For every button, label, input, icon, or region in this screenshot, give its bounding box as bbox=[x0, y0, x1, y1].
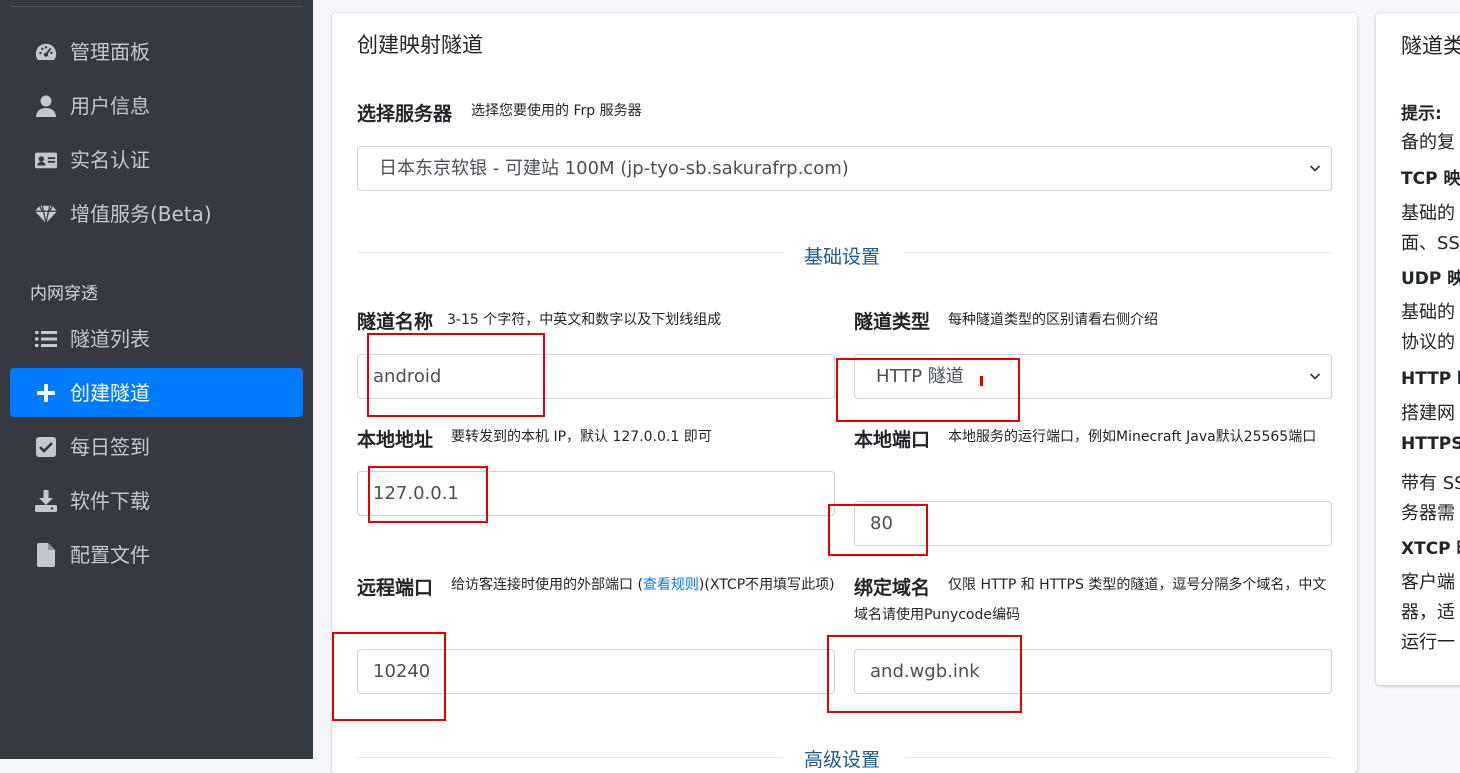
sidebar-item-label: 每日签到 bbox=[70, 435, 150, 459]
local-addr-hint: 要转发到的本机 IP，默认 127.0.0.1 即可 bbox=[451, 429, 712, 445]
sidebar-item-label: 隧道列表 bbox=[70, 327, 150, 351]
plus-icon bbox=[34, 381, 58, 405]
annotation-box-tunnel-name bbox=[367, 333, 545, 417]
annotation-box-remote-port bbox=[332, 632, 446, 721]
list-icon bbox=[34, 327, 58, 351]
info-line: 务器需 bbox=[1401, 503, 1455, 524]
info-line: HTTP 映 bbox=[1401, 369, 1460, 389]
page-title: 创建映射隧道 bbox=[357, 33, 483, 57]
sidebar-item-label: 增值服务(Beta) bbox=[70, 202, 212, 226]
sidebar-item-verification[interactable]: 实名认证 bbox=[10, 135, 303, 184]
sidebar-item-dashboard[interactable]: 管理面板 bbox=[10, 27, 303, 76]
server-select[interactable]: 日本东京软银 - 可建站 100M (jp-tyo-sb.sakurafrp.c… bbox=[357, 146, 1332, 191]
sidebar-item-value-added[interactable]: 增值服务(Beta) bbox=[10, 189, 303, 238]
info-line: 器，适 bbox=[1401, 602, 1455, 623]
sidebar-item-label: 实名认证 bbox=[70, 148, 150, 172]
sidebar-item-tunnel-list[interactable]: 隧道列表 bbox=[10, 314, 303, 363]
info-line: 备的复 bbox=[1401, 132, 1455, 153]
download-icon bbox=[34, 489, 58, 513]
local-port-hint: 本地服务的运行端口，例如Minecraft Java默认25565端口 bbox=[948, 429, 1317, 445]
file-icon bbox=[34, 543, 58, 567]
sidebar: 管理面板 用户信息 实名认证 增值服务(Beta) 内网穿透 隧道列表 创建隧道 bbox=[0, 0, 313, 759]
sidebar-item-software-download[interactable]: 软件下载 bbox=[10, 476, 303, 525]
tunnel-type-label: 隧道类型 bbox=[854, 311, 931, 333]
info-line: 运行一 bbox=[1401, 632, 1455, 653]
view-rules-link[interactable]: 查看规则 bbox=[643, 577, 699, 593]
info-line: 搭建网 bbox=[1401, 403, 1455, 424]
info-line: 协议的 bbox=[1401, 332, 1455, 353]
server-select-value: 日本东京软银 - 可建站 100M (jp-tyo-sb.sakurafrp.c… bbox=[379, 158, 849, 179]
annotation-box-local-addr bbox=[368, 466, 488, 523]
info-line: 面、SS bbox=[1401, 233, 1460, 254]
annotation-box-local-port bbox=[828, 504, 928, 556]
info-line: 基础的 bbox=[1401, 203, 1455, 224]
sidebar-item-config-file[interactable]: 配置文件 bbox=[10, 530, 303, 579]
id-card-icon bbox=[34, 148, 58, 172]
sidebar-item-label: 配置文件 bbox=[70, 543, 150, 567]
chevron-down-icon bbox=[1309, 165, 1321, 172]
basic-settings-title: 基础设置 bbox=[804, 246, 881, 268]
annotation-box-tunnel-type bbox=[836, 358, 1020, 422]
sidebar-item-label: 软件下载 bbox=[70, 489, 150, 513]
info-line: HTTPS bbox=[1401, 434, 1460, 454]
checkbox-icon bbox=[34, 435, 58, 459]
sidebar-item-label: 创建隧道 bbox=[70, 381, 150, 405]
section-divider-left bbox=[357, 252, 782, 253]
tunnel-name-label: 隧道名称 bbox=[357, 311, 434, 333]
sidebar-divider bbox=[10, 6, 303, 7]
sidebar-item-label: 用户信息 bbox=[70, 94, 150, 118]
section-divider-right bbox=[905, 252, 1332, 253]
sidebar-item-create-tunnel[interactable]: 创建隧道 bbox=[10, 368, 303, 417]
info-line: 客户端 bbox=[1401, 572, 1455, 593]
info-line: 基础的 bbox=[1401, 302, 1455, 323]
tunnel-type-hint: 每种隧道类型的区别请看右侧介绍 bbox=[948, 312, 1158, 328]
sidebar-section-header: 内网穿透 bbox=[30, 284, 98, 304]
info-line: 带有 SS bbox=[1401, 473, 1460, 494]
remote-port-hint: 给访客连接时使用的外部端口 (查看规则)(XTCP不用填写此项) bbox=[451, 577, 835, 593]
info-line: XTCP 映 bbox=[1401, 539, 1460, 559]
gem-icon bbox=[34, 202, 58, 226]
dashboard-icon bbox=[34, 40, 58, 64]
info-line: 提示: bbox=[1401, 104, 1442, 124]
info-card-title: 隧道类 bbox=[1401, 34, 1460, 58]
chevron-down-icon bbox=[1309, 373, 1321, 380]
sidebar-item-label: 管理面板 bbox=[70, 40, 150, 64]
sidebar-item-user-info[interactable]: 用户信息 bbox=[10, 81, 303, 130]
annotation-box-domain bbox=[827, 635, 1022, 713]
domain-hint: 仅限 HTTP 和 HTTPS 类型的隧道，逗号分隔多个域名，中文域名请使用Pu… bbox=[854, 577, 1327, 623]
server-label: 选择服务器 bbox=[357, 103, 453, 125]
user-icon bbox=[34, 94, 58, 118]
sidebar-item-daily-checkin[interactable]: 每日签到 bbox=[10, 422, 303, 471]
local-addr-label: 本地地址 bbox=[357, 429, 434, 451]
info-line: UDP 映 bbox=[1401, 269, 1460, 289]
info-line: TCP 映 bbox=[1401, 169, 1460, 189]
advanced-divider-left bbox=[357, 757, 782, 758]
tunnel-name-hint: 3-15 个字符，中英文和数字以及下划线组成 bbox=[447, 312, 722, 328]
server-hint: 选择您要使用的 Frp 服务器 bbox=[471, 103, 642, 119]
advanced-divider-right bbox=[905, 757, 1332, 758]
